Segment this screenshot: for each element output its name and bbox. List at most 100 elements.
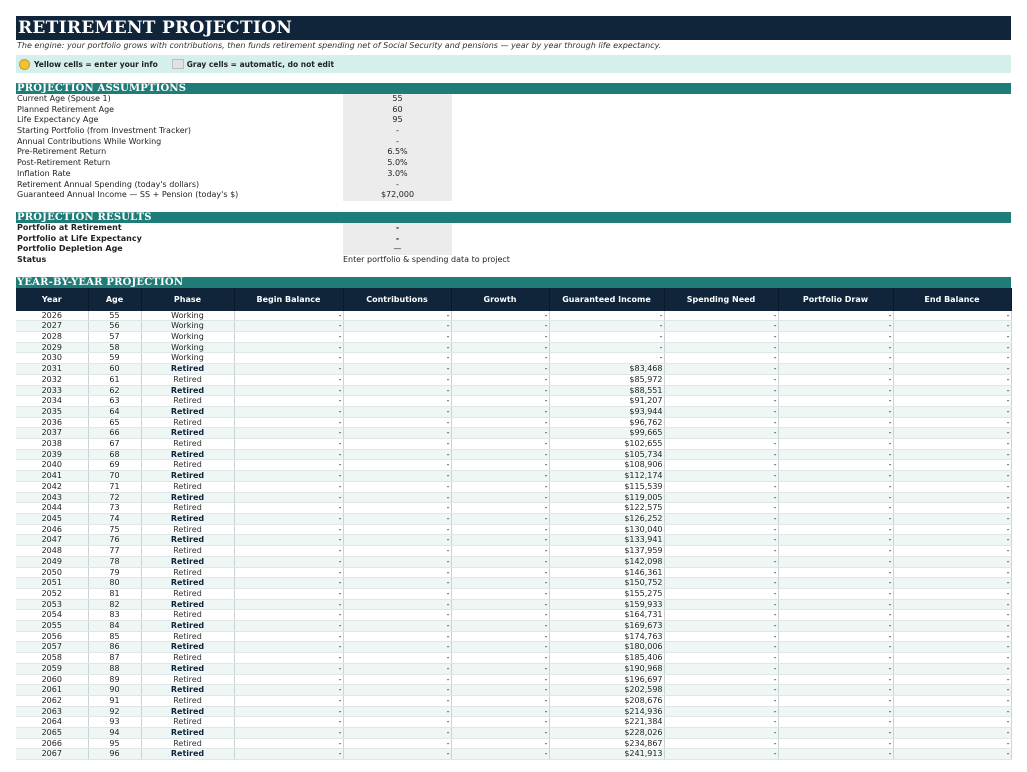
begin-balance-cell[interactable]: -: [234, 684, 344, 696]
phase-cell[interactable]: Retired: [141, 395, 235, 407]
end-balance-cell[interactable]: -: [893, 320, 1012, 333]
contributions-cell[interactable]: -: [343, 620, 452, 632]
age-cell[interactable]: 63: [88, 395, 142, 407]
begin-balance-cell[interactable]: -: [234, 641, 344, 654]
age-cell[interactable]: 88: [88, 663, 142, 675]
growth-cell[interactable]: -: [451, 481, 550, 493]
growth-cell[interactable]: -: [451, 385, 550, 397]
year-cell[interactable]: 2049: [16, 556, 89, 568]
age-cell[interactable]: 89: [88, 674, 142, 686]
year-cell[interactable]: 2062: [16, 695, 89, 707]
end-balance-cell[interactable]: -: [893, 695, 1012, 707]
end-balance-cell[interactable]: -: [893, 534, 1012, 547]
phase-cell[interactable]: Retired: [141, 727, 235, 739]
begin-balance-cell[interactable]: -: [234, 406, 344, 418]
begin-balance-cell[interactable]: -: [234, 395, 344, 407]
spending-need-cell[interactable]: -: [664, 513, 779, 525]
year-cell[interactable]: 2033: [16, 385, 89, 397]
contributions-cell[interactable]: -: [343, 641, 452, 654]
end-balance-cell[interactable]: -: [893, 352, 1012, 365]
portfolio-draw-cell[interactable]: -: [778, 738, 894, 750]
phase-cell[interactable]: Retired: [141, 406, 235, 418]
guaranteed-income-cell[interactable]: $130,040: [549, 524, 665, 536]
assumption-value-cell[interactable]: -: [343, 126, 452, 137]
portfolio-draw-cell[interactable]: -: [778, 727, 894, 739]
growth-cell[interactable]: -: [451, 620, 550, 632]
guaranteed-income-cell[interactable]: $83,468: [549, 363, 665, 375]
guaranteed-income-cell[interactable]: $99,665: [549, 427, 665, 440]
age-cell[interactable]: 82: [88, 599, 142, 611]
phase-cell[interactable]: Retired: [141, 438, 235, 450]
portfolio-draw-cell[interactable]: -: [778, 342, 894, 354]
growth-cell[interactable]: -: [451, 674, 550, 686]
growth-cell[interactable]: -: [451, 556, 550, 568]
age-cell[interactable]: 75: [88, 524, 142, 536]
age-cell[interactable]: 74: [88, 513, 142, 525]
year-cell[interactable]: 2037: [16, 427, 89, 440]
contributions-cell[interactable]: -: [343, 577, 452, 589]
growth-cell[interactable]: -: [451, 748, 550, 761]
portfolio-draw-cell[interactable]: -: [778, 513, 894, 525]
guaranteed-income-cell[interactable]: $122,575: [549, 502, 665, 514]
year-cell[interactable]: 2064: [16, 716, 89, 729]
begin-balance-cell[interactable]: -: [234, 342, 344, 354]
guaranteed-income-cell[interactable]: $88,551: [549, 385, 665, 397]
age-cell[interactable]: 58: [88, 342, 142, 354]
guaranteed-income-cell[interactable]: $234,867: [549, 738, 665, 750]
portfolio-draw-cell[interactable]: -: [778, 716, 894, 729]
spending-need-cell[interactable]: -: [664, 738, 779, 750]
portfolio-draw-cell[interactable]: -: [778, 470, 894, 482]
begin-balance-cell[interactable]: -: [234, 449, 344, 461]
contributions-cell[interactable]: -: [343, 748, 452, 761]
age-cell[interactable]: 85: [88, 631, 142, 643]
guaranteed-income-cell[interactable]: $185,406: [549, 652, 665, 664]
growth-cell[interactable]: -: [451, 352, 550, 365]
age-cell[interactable]: 71: [88, 481, 142, 493]
end-balance-cell[interactable]: -: [893, 342, 1012, 354]
age-cell[interactable]: 61: [88, 374, 142, 386]
begin-balance-cell[interactable]: -: [234, 352, 344, 365]
age-cell[interactable]: 70: [88, 470, 142, 482]
end-balance-cell[interactable]: -: [893, 716, 1012, 729]
end-balance-cell[interactable]: -: [893, 577, 1012, 589]
portfolio-draw-cell[interactable]: -: [778, 695, 894, 707]
year-cell[interactable]: 2055: [16, 620, 89, 632]
phase-cell[interactable]: Retired: [141, 534, 235, 547]
year-cell[interactable]: 2065: [16, 727, 89, 739]
begin-balance-cell[interactable]: -: [234, 738, 344, 750]
end-balance-cell[interactable]: -: [893, 663, 1012, 675]
begin-balance-cell[interactable]: -: [234, 481, 344, 493]
assumption-value-cell[interactable]: $72,000: [343, 190, 452, 201]
spending-need-cell[interactable]: -: [664, 727, 779, 739]
age-cell[interactable]: 86: [88, 641, 142, 654]
contributions-cell[interactable]: -: [343, 417, 452, 429]
phase-cell[interactable]: Retired: [141, 513, 235, 525]
spending-need-cell[interactable]: -: [664, 427, 779, 440]
begin-balance-cell[interactable]: -: [234, 385, 344, 397]
year-cell[interactable]: 2030: [16, 352, 89, 365]
guaranteed-income-cell[interactable]: $164,731: [549, 609, 665, 622]
column-header-age[interactable]: Age: [88, 287, 142, 311]
growth-cell[interactable]: -: [451, 310, 550, 322]
contributions-cell[interactable]: -: [343, 310, 452, 322]
spending-need-cell[interactable]: -: [664, 545, 779, 557]
guaranteed-income-cell[interactable]: $208,676: [549, 695, 665, 707]
result-value-cell[interactable]: -: [343, 222, 452, 234]
age-cell[interactable]: 77: [88, 545, 142, 557]
end-balance-cell[interactable]: -: [893, 652, 1012, 664]
column-header-portfolio-draw[interactable]: Portfolio Draw: [778, 287, 894, 311]
portfolio-draw-cell[interactable]: -: [778, 652, 894, 664]
spending-need-cell[interactable]: -: [664, 706, 779, 718]
phase-cell[interactable]: Retired: [141, 631, 235, 643]
contributions-cell[interactable]: -: [343, 684, 452, 696]
phase-cell[interactable]: Retired: [141, 609, 235, 622]
contributions-cell[interactable]: -: [343, 534, 452, 547]
column-header-year[interactable]: Year: [16, 287, 89, 311]
begin-balance-cell[interactable]: -: [234, 631, 344, 643]
begin-balance-cell[interactable]: -: [234, 470, 344, 482]
contributions-cell[interactable]: -: [343, 331, 452, 343]
spending-need-cell[interactable]: -: [664, 588, 779, 600]
year-cell[interactable]: 2026: [16, 310, 89, 322]
portfolio-draw-cell[interactable]: -: [778, 631, 894, 643]
begin-balance-cell[interactable]: -: [234, 374, 344, 386]
